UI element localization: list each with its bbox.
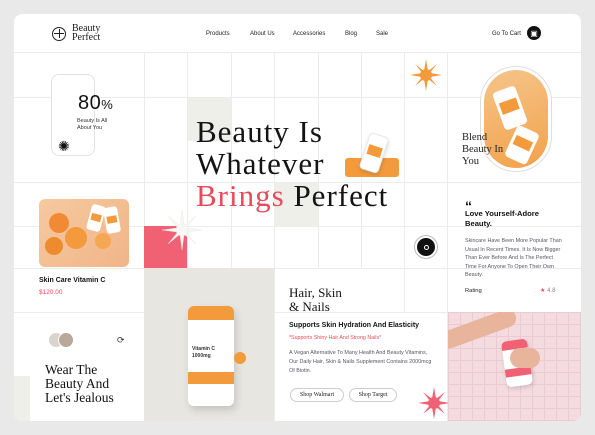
white-sunburst-icon <box>161 209 203 251</box>
cart-link[interactable]: Go To Cart <box>492 31 521 37</box>
page-frame: Beauty Perfect Products About Us Accesso… <box>14 14 581 421</box>
nav-products[interactable]: Products <box>206 31 230 37</box>
cart-button[interactable]: ▣ <box>527 26 541 40</box>
vitamin-bottle-image: Vitamin C 1000mg <box>144 268 274 421</box>
avatar <box>58 332 74 348</box>
nav-blog[interactable]: Blog <box>345 31 357 37</box>
orange-sunburst-icon <box>410 59 442 91</box>
nav-sale[interactable]: Sale <box>376 31 388 37</box>
feature-title: Hair, Skin & Nails <box>289 285 342 314</box>
decor-block <box>14 376 30 421</box>
top-nav: Beauty Perfect Products About Us Accesso… <box>14 14 581 52</box>
hand-bottle-image <box>448 312 581 421</box>
feature-body: A Vegan Alternative To Many Health And B… <box>289 350 432 374</box>
product-name[interactable]: Skin Care Vitamin C <box>39 277 105 284</box>
product-image[interactable] <box>39 199 129 267</box>
feature-subtitle: Supports Skin Hydration And Elasticity <box>289 322 420 329</box>
rating-value: ★ 4.8 <box>540 288 556 294</box>
nav-accessories[interactable]: Accessories <box>293 31 325 37</box>
refresh-icon[interactable]: ⟳ <box>117 335 125 346</box>
testimonial-body: Skincare Have Been More Popular Than Usu… <box>465 238 562 279</box>
testimonial-title: Love Yourself-Adore Beauty. <box>465 209 539 228</box>
logo-cross-icon <box>52 26 66 41</box>
shop-walmart-button[interactable]: Shop Walmart <box>290 388 344 402</box>
hero-accent-word: Brings <box>196 178 285 213</box>
star-icon: ★ <box>540 288 546 294</box>
rating-label: Rating <box>465 288 482 294</box>
refresh-icon <box>424 245 429 250</box>
cart-icon: ▣ <box>530 28 538 38</box>
wear-headline: Wear The Beauty And Let's Jealous <box>45 362 114 406</box>
blend-tagline: Blend Beauty In You <box>462 132 504 167</box>
feature-note: *Supports Shiny Hair And Strong Nails* <box>289 335 382 341</box>
brand-logo[interactable]: Beauty Perfect <box>52 24 101 43</box>
nav-about-us[interactable]: About Us <box>250 31 275 37</box>
refresh-circle-button[interactable] <box>415 236 437 258</box>
product-price: $120.00 <box>39 289 63 296</box>
burst-icon: ✺ <box>58 138 70 154</box>
stat-value: 80% <box>78 92 114 114</box>
brand-line2: Perfect <box>72 31 101 43</box>
shop-target-button[interactable]: Shop Target <box>349 388 397 402</box>
stat-label: Beauty Is All About You <box>77 118 108 131</box>
pink-sunburst-icon <box>418 387 450 419</box>
